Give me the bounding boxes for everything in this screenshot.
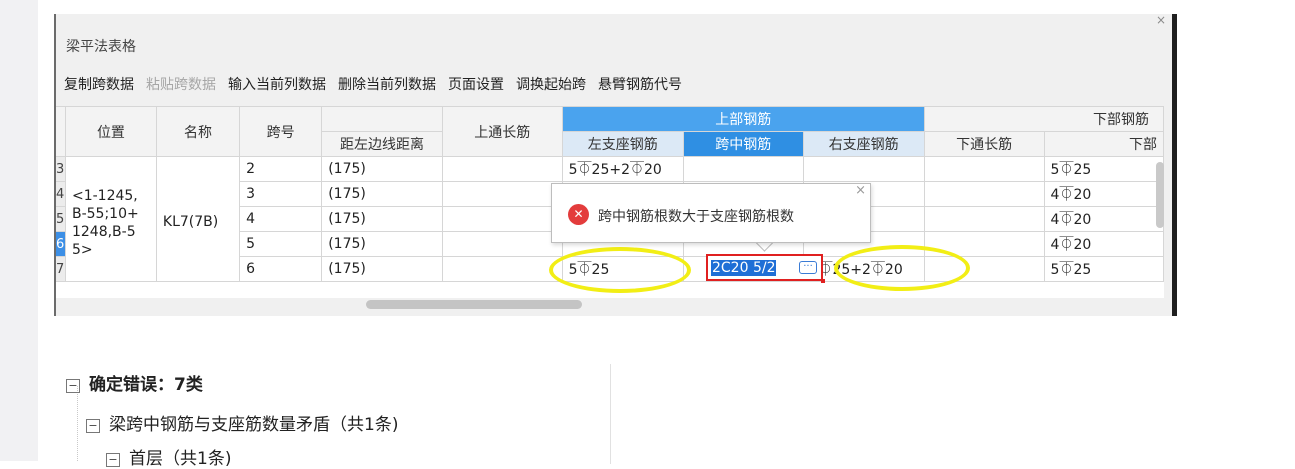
mid-span-edit-value[interactable]: 2C20 5/2 [711,260,777,276]
distance-cell[interactable]: (175) [321,181,443,207]
tree-node-label: 确定错误：7类 [89,375,203,395]
distance-cell[interactable]: (175) [321,231,443,257]
top-through-cell[interactable] [441,156,563,182]
name-cell[interactable]: KL7(7B) [155,156,241,282]
copy-span-data-button[interactable]: 复制跨数据 [64,74,134,94]
span-cell[interactable]: 3 [239,181,323,207]
panel-left-border [54,14,56,316]
mid-span-edit-cell[interactable]: 2C20 5/2 ··· [706,254,825,283]
row-number-current[interactable]: 6 [54,231,66,257]
collapse-icon[interactable]: − [66,379,80,393]
error-tree: − 确定错误：7类 − 梁跨中钢筋与支座筋数量矛盾（共1条) − 首层（共1条) [54,356,611,469]
row-number[interactable]: 3 [54,156,66,182]
span-cell[interactable]: 2 [239,156,323,182]
top-through-cell[interactable] [441,231,563,257]
page-setup-button[interactable]: 页面设置 [448,74,504,94]
paste-span-data-button: 粘贴跨数据 [146,77,216,93]
header-bottom-next[interactable]: 下部 [1043,131,1164,157]
more-icon[interactable]: ··· [799,261,817,274]
error-tooltip: ✕ 跨中钢筋根数大于支座钢筋根数 × [551,183,871,243]
header-bottom-rebar[interactable]: 下部钢筋 [923,106,1164,132]
tree-guide-line [77,386,79,461]
cantilever-rebar-code-button[interactable]: 悬臂钢筋代号 [598,74,682,94]
error-icon: ✕ [568,204,589,225]
delete-column-data-button[interactable]: 删除当前列数据 [338,74,436,94]
distance-cell[interactable]: (175) [321,206,443,232]
mid-span-cell[interactable] [682,156,804,182]
span-cell[interactable]: 4 [239,206,323,232]
header-span-no[interactable]: 跨号 [239,106,323,157]
bottom-rebar-cell[interactable]: 4⏁20 [1043,181,1164,207]
bottom-through-cell[interactable] [923,206,1045,232]
highlight-ellipse-right [834,245,970,291]
row-number[interactable]: 5 [54,206,66,232]
left-gutter [0,0,38,461]
right-support-cell[interactable] [802,156,925,182]
header-name[interactable]: 名称 [155,106,241,157]
position-cell[interactable]: <1-1245, B-55;10+ 1248,B-5 5> [64,156,157,282]
fill-handle[interactable] [821,279,825,283]
span-cell[interactable]: 5 [239,231,323,257]
header-bottom-through[interactable]: 下通长筋 [923,131,1045,157]
bottom-through-cell[interactable] [923,156,1045,182]
bottom-through-cell[interactable] [923,181,1045,207]
swap-start-span-button[interactable]: 调换起始跨 [516,74,586,94]
toolbar: 复制跨数据 粘贴跨数据 输入当前列数据 删除当前列数据 页面设置 调换起始跨 悬… [64,74,694,94]
tooltip-close-icon[interactable]: × [855,183,866,198]
error-message: 跨中钢筋根数大于支座钢筋根数 [598,209,794,225]
header-mid-span[interactable]: 跨中钢筋 [682,131,804,157]
bottom-rebar-cell[interactable]: 4⏁20 [1043,206,1164,232]
tree-node-label: 梁跨中钢筋与支座筋数量矛盾（共1条) [109,415,399,435]
top-through-cell[interactable] [441,181,563,207]
close-icon[interactable]: × [1156,14,1166,27]
header-position[interactable]: 位置 [64,106,157,157]
bottom-rebar-cell[interactable]: 5⏁25 [1043,256,1164,282]
bottom-rebar-cell[interactable]: 5⏁25 [1043,156,1164,182]
panel-right-border [1172,14,1177,316]
collapse-icon[interactable]: − [106,453,120,467]
bottom-rebar-cell[interactable]: 4⏁20 [1043,231,1164,257]
row-number[interactable]: 4 [54,181,66,207]
tree-divider [610,364,611,464]
header-distance[interactable]: 距左边线距离 [321,131,443,157]
input-column-data-button[interactable]: 输入当前列数据 [228,74,326,94]
corner-cell [54,106,66,157]
vertical-scrollbar-thumb[interactable] [1156,162,1164,228]
top-through-cell[interactable] [441,256,563,282]
horizontal-scrollbar-thumb[interactable] [366,300,582,309]
highlight-ellipse-left [549,247,691,293]
distance-cell[interactable]: (175) [321,256,443,282]
collapse-icon[interactable]: − [86,419,100,433]
left-support-cell[interactable]: 5⏁25+2⏁20 [561,156,684,182]
top-through-cell[interactable] [441,206,563,232]
panel-title: 梁平法表格 [66,39,136,55]
header-top-through[interactable]: 上通长筋 [441,106,563,157]
distance-cell[interactable]: (175) [321,156,443,182]
tree-node-rebar-mismatch[interactable]: − 梁跨中钢筋与支座筋数量矛盾（共1条) [86,410,398,435]
tree-node-label: 首层（共1条) [129,449,232,469]
header-right-support[interactable]: 右支座钢筋 [802,131,925,157]
header-top-rebar[interactable]: 上部钢筋 [561,106,925,132]
tree-node-confirmed-errors[interactable]: − 确定错误：7类 [66,370,203,395]
tree-node-first-floor[interactable]: − 首层（共1条) [106,444,231,469]
span-cell[interactable]: 6 [239,256,323,282]
row-number[interactable]: 7 [54,256,66,282]
header-left-support[interactable]: 左支座钢筋 [561,131,684,157]
header-distance-top [321,106,443,132]
